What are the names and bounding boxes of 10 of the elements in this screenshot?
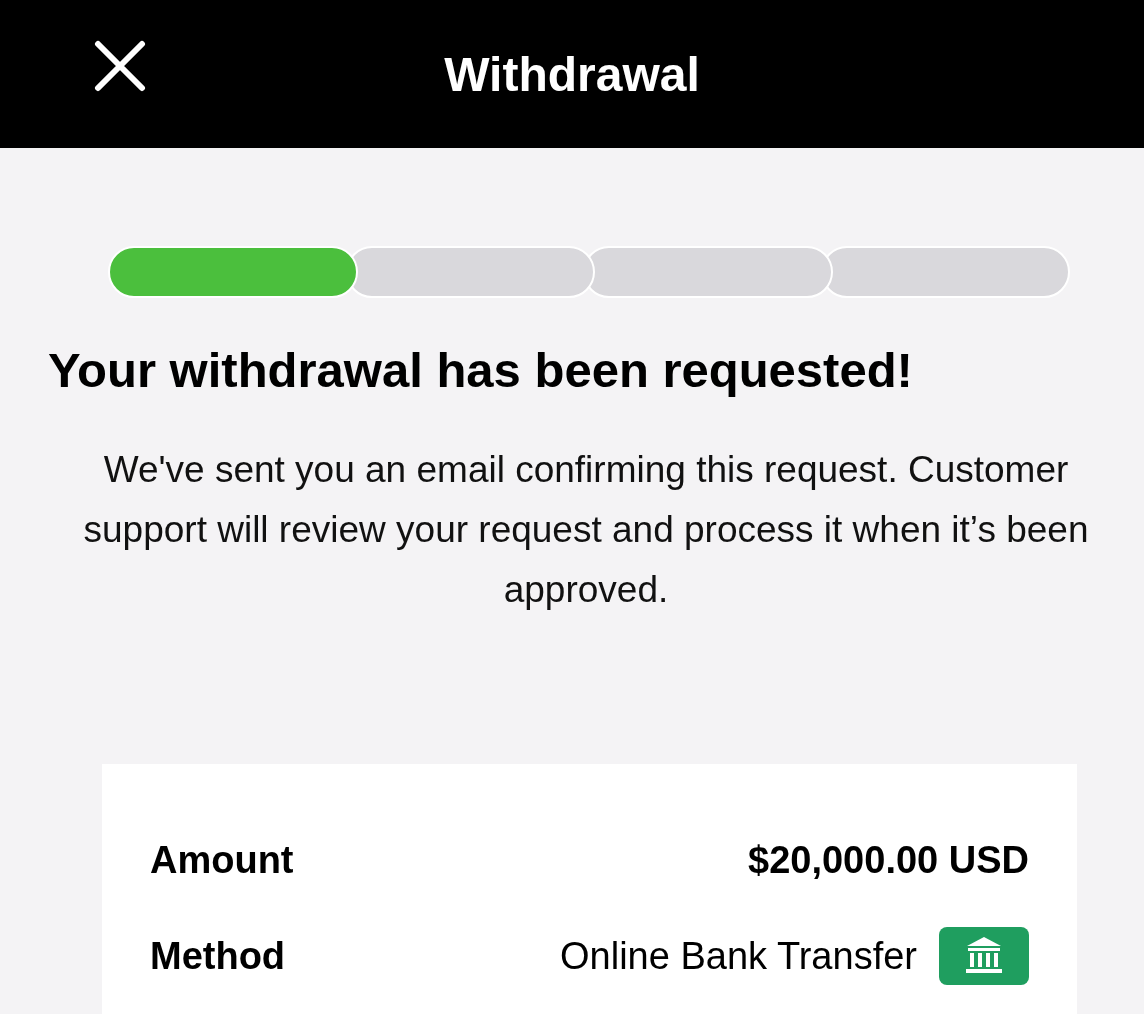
confirmation-heading: Your withdrawal has been requested! bbox=[48, 342, 914, 398]
screen-title: Withdrawal bbox=[444, 46, 700, 102]
close-icon bbox=[94, 40, 146, 92]
close-button[interactable] bbox=[94, 40, 146, 92]
confirmation-message: We've sent you an email confirming this request. Customer support will review your request and process it when it’s been approved. bbox=[82, 448, 1090, 612]
bank-icon bbox=[939, 927, 1029, 985]
detail-value: Online Bank Transfer bbox=[560, 934, 917, 978]
detail-label: Method bbox=[150, 934, 286, 978]
detail-label: Amount bbox=[150, 838, 294, 882]
detail-value: $20,000.00 USD bbox=[748, 838, 1029, 882]
